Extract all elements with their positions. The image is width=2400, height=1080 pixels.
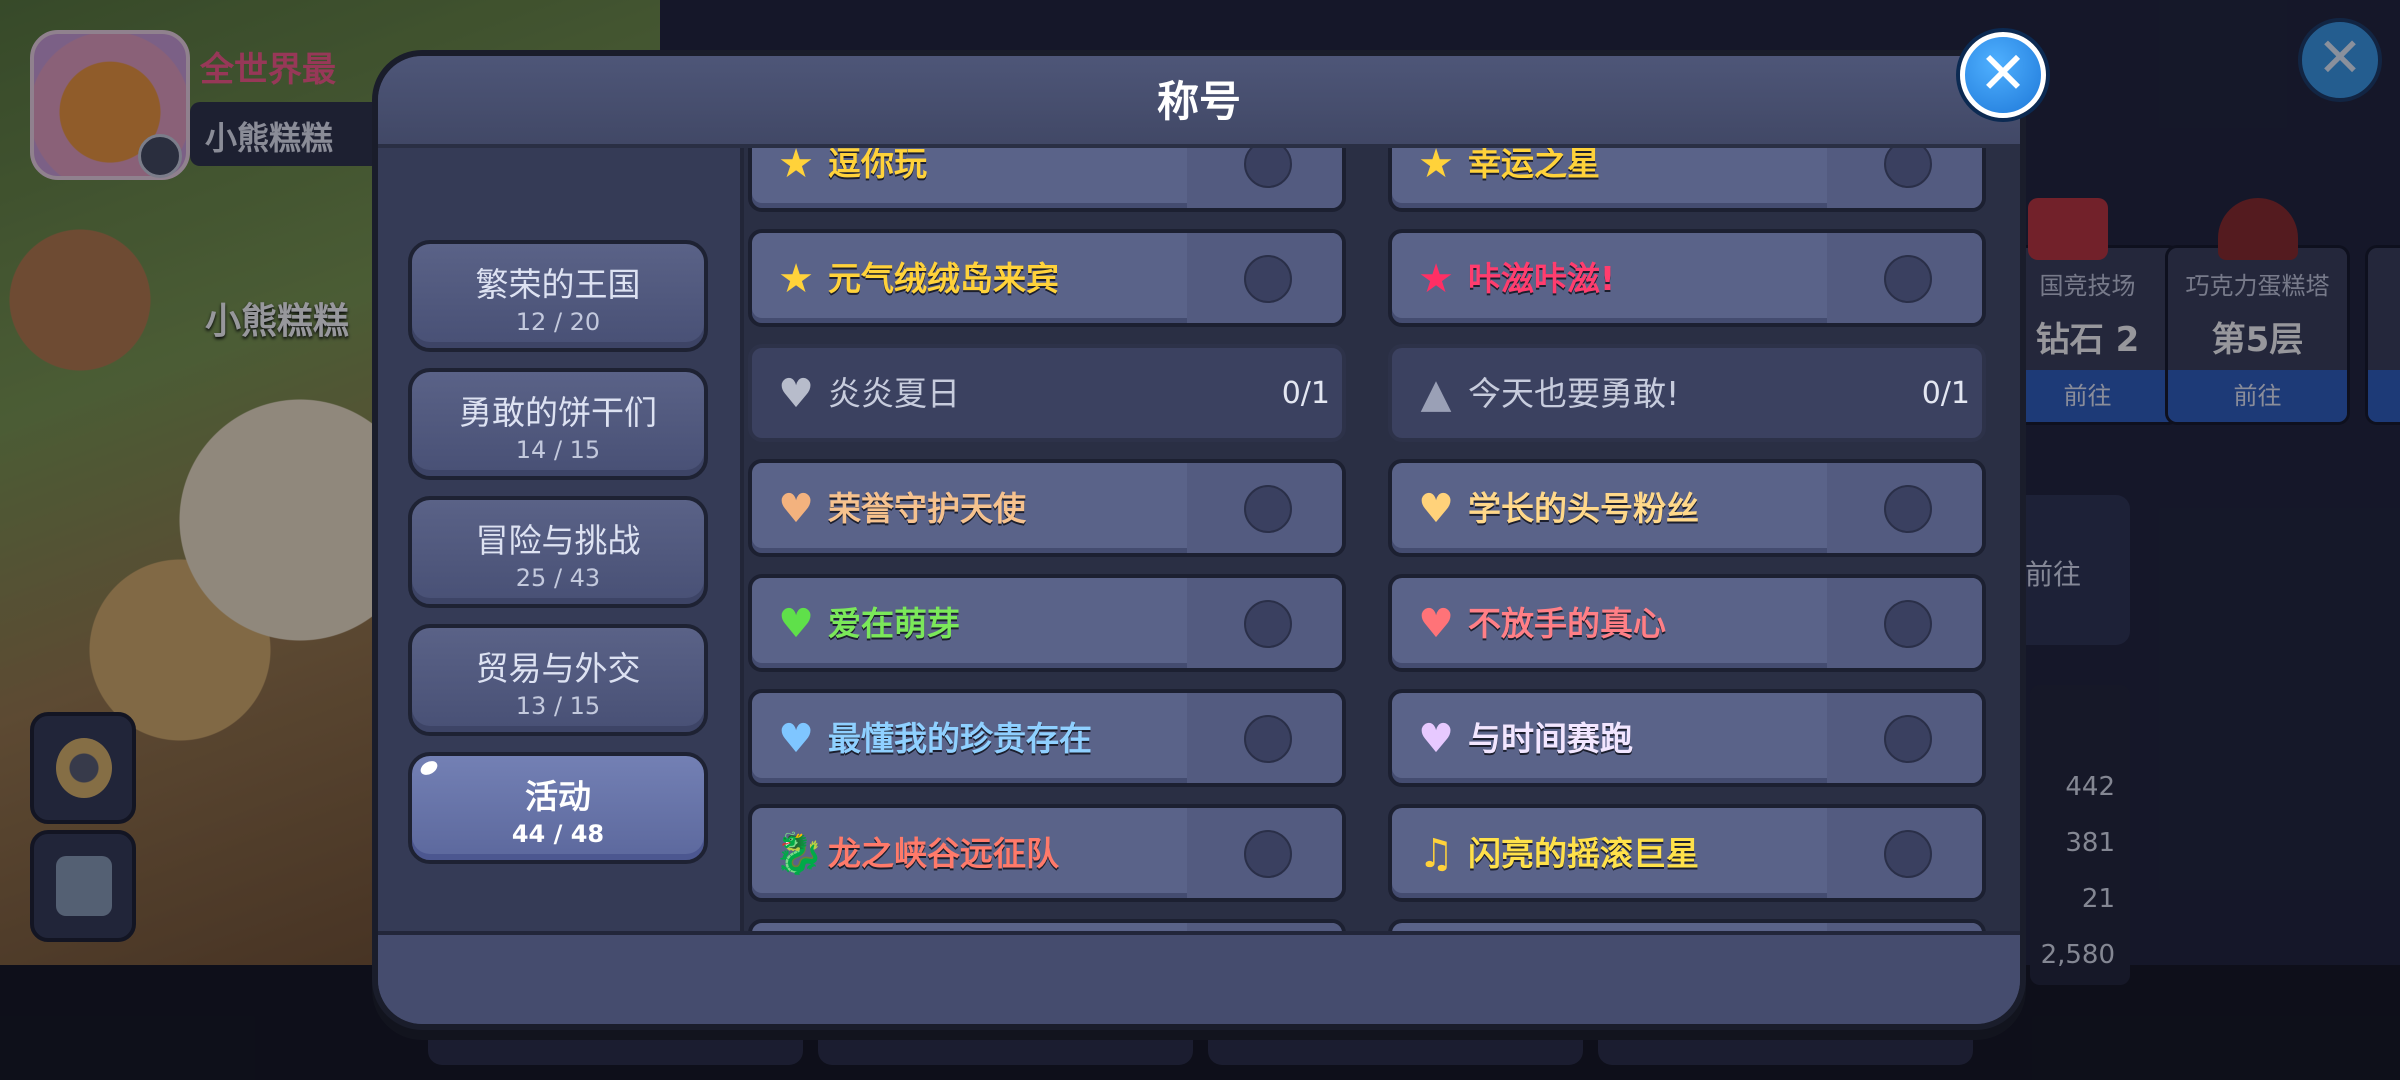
heart-icon: ♥	[1418, 716, 1454, 762]
title-label: 不放手的真心	[1468, 604, 1666, 643]
category-tab[interactable]: 活动 44 / 48	[408, 752, 708, 864]
title-label: 最懂我的珍贵存在	[828, 719, 1092, 758]
title-label: 幸运之星	[1468, 148, 1600, 183]
title-label: 荣誉守护天使	[828, 489, 1026, 528]
title-item[interactable]: 🐉 龙之峡谷远征队	[748, 804, 1346, 902]
dragon-icon: 🐉	[774, 831, 824, 877]
heart-icon: ♥	[778, 486, 814, 532]
title-label: 今天也要勇敢!	[1468, 374, 1680, 413]
star-icon: ★	[778, 256, 814, 302]
modal-body: 繁荣的王国 12 / 20 勇敢的饼干们 14 / 15 冒险与挑战 25 / 43 贸易与…	[378, 148, 2020, 943]
select-radio[interactable]	[1884, 830, 1932, 878]
select-radio[interactable]	[1244, 255, 1292, 303]
category-tab[interactable]: 冒险与挑战 25 / 43	[408, 496, 708, 608]
title-progress: 0/1	[1281, 376, 1330, 411]
category-tab[interactable]: 贸易与外交 13 / 15	[408, 624, 708, 736]
select-radio[interactable]	[1884, 715, 1932, 763]
title-list[interactable]: ★ 逗你玩 ★ 元气绒绒岛来宾 ♥ 炎炎夏日 0/1 ♥ 荣誉守护天使 ♥ 爱在萌芽 ♥ 最懂我的珍贵存…	[748, 148, 2020, 943]
title-item[interactable]: ★ 逗你玩	[748, 148, 1346, 212]
select-radio[interactable]	[1244, 830, 1292, 878]
title-label: 与时间赛跑	[1468, 719, 1633, 758]
title-label: 逗你玩	[828, 148, 927, 183]
title-item[interactable]: ★ 幸运之星	[1388, 148, 1986, 212]
title-label: 元气绒绒岛来宾	[828, 259, 1059, 298]
category-count: 12 / 20	[515, 308, 601, 336]
title-item[interactable]: ♥ 最懂我的珍贵存在	[748, 689, 1346, 787]
title-modal: 称号 繁荣的王国 12 / 20 勇敢的饼干们 14 / 15 冒险与挑战 25 / 43…	[372, 50, 2026, 1030]
star-icon: ★	[1418, 256, 1454, 302]
screen: 全世界最 小熊糕糕 小熊糕糕 国竞技场 钻石 2 前往 巧克力蛋糕塔 第5层 前…	[0, 0, 2400, 1080]
party-hat-icon: ▲	[1420, 371, 1452, 417]
title-item[interactable]: ★ 咔滋咔滋!	[1388, 229, 1986, 327]
category-name: 勇敢的饼干们	[459, 393, 657, 432]
title-item[interactable]: ★ 元气绒绒岛来宾	[748, 229, 1346, 327]
category-name: 冒险与挑战	[475, 521, 641, 560]
select-radio[interactable]	[1244, 715, 1292, 763]
heart-icon: ♥	[1418, 486, 1454, 532]
title-label: 炎炎夏日	[828, 374, 960, 413]
title-item[interactable]: ♥ 不放手的真心	[1388, 574, 1986, 672]
title-item[interactable]: ♫ 闪亮的摇滚巨星	[1388, 804, 1986, 902]
title-item[interactable]: ♥ 炎炎夏日 0/1	[748, 344, 1346, 442]
heart-icon: ♥	[778, 371, 814, 417]
title-item[interactable]: ♥ 荣誉守护天使	[748, 459, 1346, 557]
title-label: 闪亮的摇滚巨星	[1468, 834, 1699, 873]
close-icon: ✕	[1978, 39, 2028, 107]
title-item[interactable]: ♥ 爱在萌芽	[748, 574, 1346, 672]
title-label: 咔滋咔滋!	[1468, 259, 1616, 298]
modal-title: 称号	[1156, 77, 1241, 126]
category-count: 14 / 15	[515, 436, 601, 464]
select-radio[interactable]	[1884, 255, 1932, 303]
category-list: 繁荣的王国 12 / 20 勇敢的饼干们 14 / 15 冒险与挑战 25 / 43 贸易与…	[378, 148, 744, 943]
title-progress: 0/1	[1921, 376, 1970, 411]
close-button[interactable]: ✕	[1960, 32, 2046, 118]
title-item[interactable]: ♥ 与时间赛跑	[1388, 689, 1986, 787]
category-count: 44 / 48	[511, 820, 605, 848]
category-name: 贸易与外交	[475, 649, 641, 688]
title-item[interactable]: ▲ 今天也要勇敢! 0/1	[1388, 344, 1986, 442]
title-item[interactable]: ♥ 学长的头号粉丝	[1388, 459, 1986, 557]
title-label: 爱在萌芽	[828, 604, 960, 643]
category-tab[interactable]: 勇敢的饼干们 14 / 15	[408, 368, 708, 480]
category-tab[interactable]: 繁荣的王国 12 / 20	[408, 240, 708, 352]
category-name: 繁荣的王国	[475, 265, 641, 304]
heart-icon: ♥	[778, 716, 814, 762]
modal-footer	[378, 931, 2020, 1024]
modal-header: 称号	[378, 56, 2020, 148]
select-radio[interactable]	[1244, 600, 1292, 648]
star-icon: ★	[1418, 148, 1454, 187]
category-count: 25 / 43	[515, 564, 601, 592]
heart-icon: ♥	[1418, 601, 1454, 647]
category-count: 13 / 15	[515, 692, 601, 720]
select-radio[interactable]	[1884, 485, 1932, 533]
title-label: 学长的头号粉丝	[1468, 489, 1699, 528]
select-radio[interactable]	[1884, 600, 1932, 648]
heart-icon: ♥	[778, 601, 814, 647]
music-note-icon: ♫	[1418, 831, 1454, 877]
star-icon: ★	[778, 148, 814, 187]
select-radio[interactable]	[1244, 485, 1292, 533]
category-name: 活动	[525, 777, 591, 816]
title-label: 龙之峡谷远征队	[828, 834, 1059, 873]
